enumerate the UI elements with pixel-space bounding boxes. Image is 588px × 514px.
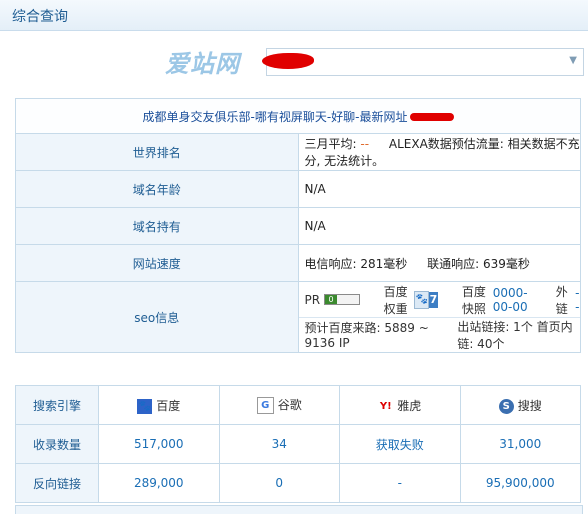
age-label: 域名年龄: [15, 170, 299, 208]
soso-icon: S: [498, 398, 514, 414]
rank-avg-label: 三月平均:: [304, 137, 357, 151]
backlinks-google[interactable]: 0: [218, 463, 340, 503]
page-header: 综合查询: [0, 0, 588, 31]
pr-label: PR: [304, 292, 321, 307]
backlinks-row: 反向链接 289,000 0 - 95,900,000: [15, 463, 581, 503]
backlinks-baidu[interactable]: 289,000: [98, 463, 220, 503]
indexed-label: 收录数量: [15, 424, 99, 464]
chevron-down-icon[interactable]: ▼: [569, 55, 577, 66]
baidu-weight-value[interactable]: 7: [428, 291, 438, 308]
backlinks-soso[interactable]: 95,900,000: [459, 463, 581, 503]
engine-name: 雅虎: [397, 398, 422, 413]
rank-value: 三月平均: -- ALEXA数据预估流量: 相关数据不充分, 无法统计。: [297, 133, 581, 171]
owner-value: N/A: [297, 207, 581, 245]
pr-value: 0: [325, 295, 338, 304]
outlink-value[interactable]: --: [575, 286, 580, 314]
rank-avg-value: --: [360, 137, 370, 151]
page-title: 综合查询: [12, 9, 68, 25]
aizhan-logo: 爱站网: [165, 50, 240, 78]
redaction-mark: [409, 113, 454, 121]
snapshot-value[interactable]: 0000-00-00: [493, 286, 532, 314]
age-value: N/A: [297, 170, 581, 208]
engine-header-row: 搜索引擎 🐾 百度 G 谷歌 Y! 雅虎 S 搜搜: [15, 385, 581, 425]
engine-name: 谷歌: [277, 398, 302, 412]
indexed-google[interactable]: 34: [218, 424, 340, 464]
speed-label: 网站速度: [15, 244, 299, 282]
google-icon: G: [256, 397, 274, 414]
unicom-speed: 联通响应: 639毫秒: [427, 256, 530, 271]
seo-value: PR 0 百度权重 🐾 7 百度快照 0000-00-00 外链 -- 预计百度…: [297, 281, 581, 353]
site-title-cell: 成都单身交友俱乐部-哪有视屏聊天-好聊-最新网址: [15, 98, 581, 134]
outlink-label: 外链: [555, 284, 568, 316]
engine-name: 搜搜: [517, 398, 542, 413]
snapshot-label: 百度快照: [461, 284, 486, 316]
seo-label: seo信息: [15, 281, 299, 353]
engine-google: G 谷歌: [218, 385, 340, 425]
backlinks-yahoo[interactable]: -: [339, 463, 461, 503]
yahoo-icon: Y!: [379, 400, 392, 412]
seo-line-2: 预计百度来路: 5889 ~ 9136 IP 出站链接: 1个 首页内链: 40…: [298, 316, 580, 352]
engine-header-label: 搜索引擎: [15, 385, 99, 425]
paw-icon: 🐾: [414, 290, 429, 309]
backlinks-label: 反向链接: [15, 463, 99, 503]
engine-table: 搜索引擎 🐾 百度 G 谷歌 Y! 雅虎 S 搜搜 收录数量 517,000 34 获取…: [15, 385, 581, 503]
indexed-soso[interactable]: 31,000: [459, 424, 581, 464]
indexed-yahoo[interactable]: 获取失败: [339, 424, 461, 464]
baidu-icon: 🐾: [137, 398, 153, 414]
redaction-mark: [262, 53, 314, 69]
telecom-speed: 电信响应: 281毫秒: [304, 256, 408, 271]
engine-baidu: 🐾 百度: [98, 385, 220, 425]
info-table: 成都单身交友俱乐部-哪有视屏聊天-好聊-最新网址 世界排名 三月平均: -- A…: [15, 98, 581, 353]
site-title-link[interactable]: 成都单身交友俱乐部-哪有视屏聊天-好聊-最新网址: [143, 110, 408, 124]
engine-soso: S 搜搜: [459, 385, 581, 425]
pr-bar: 0: [324, 294, 360, 305]
engine-yahoo: Y! 雅虎: [339, 385, 461, 425]
seo-line-1: PR 0 百度权重 🐾 7 百度快照 0000-00-00 外链 --: [299, 283, 581, 317]
rank-label: 世界排名: [15, 133, 299, 171]
indexed-row: 收录数量 517,000 34 获取失败 31,000: [15, 424, 581, 464]
links-text: 出站链接: 1个 首页内链: 40个: [457, 319, 573, 351]
baidu-weight-label: 百度权重: [383, 284, 408, 316]
speed-value: 电信响应: 281毫秒 联通响应: 639毫秒: [297, 244, 581, 282]
engine-name: 百度: [156, 398, 181, 413]
traffic-text: 预计百度来路: 5889 ~ 9136 IP: [304, 321, 429, 350]
owner-label: 域名持有: [15, 207, 299, 245]
indexed-baidu[interactable]: 517,000: [98, 424, 220, 464]
